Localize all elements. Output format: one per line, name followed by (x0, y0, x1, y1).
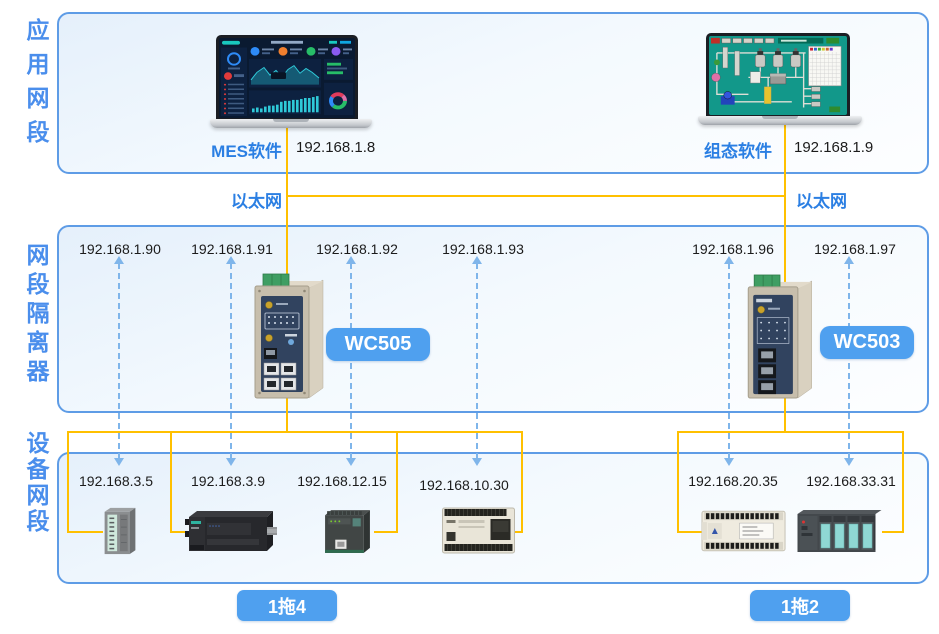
mes-laptop-image (210, 33, 372, 129)
mapping-arrow (114, 256, 124, 466)
wc505-tag-button[interactable]: WC505 (326, 328, 430, 361)
device-ip-4: 192.168.10.30 (409, 477, 519, 493)
wc505-ip-3: 192.168.1.92 (302, 241, 412, 257)
wc505-gateway-image (245, 272, 331, 404)
plc-compact-small-image (321, 507, 374, 554)
drop-line (521, 431, 523, 533)
group1-tag-button[interactable]: 1拖4 (237, 590, 337, 621)
plc-module-image (100, 506, 140, 556)
wc505-ip-2: 192.168.1.91 (177, 241, 287, 257)
scada-label: 组态软件 (672, 137, 772, 162)
wc503-tag-button[interactable]: WC503 (820, 326, 914, 359)
mes-ip: 192.168.1.8 (296, 139, 375, 156)
scada-screen (709, 36, 847, 115)
plc-compact-long-image (185, 507, 277, 557)
device-ip-1: 192.168.3.5 (61, 473, 171, 489)
section-label-application: 应用网段 (23, 18, 53, 154)
ethernet-label-left: 以太网 (216, 187, 282, 212)
plc-rack-image (793, 506, 884, 554)
ethernet-backbone-line (286, 195, 786, 197)
network-topology-diagram: 应用网段 网段隔离器 设备网段 (0, 0, 939, 634)
wc505-ip-1: 192.168.1.90 (65, 241, 175, 257)
device-bus-line-group1 (67, 431, 523, 433)
mapping-arrow (844, 256, 854, 466)
section-label-device: 设备网段 (23, 431, 53, 535)
device-ip-5: 192.168.20.35 (678, 473, 788, 489)
mapping-arrow (724, 256, 734, 466)
device-ip-6: 192.168.33.31 (796, 473, 906, 489)
mapping-arrow (226, 256, 236, 466)
mes-label: MES软件 (182, 137, 282, 162)
device-ip-2: 192.168.3.9 (173, 473, 283, 489)
drop-connector (882, 531, 904, 533)
wc503-ip-2: 192.168.1.97 (800, 241, 910, 257)
wc503-gateway-image (740, 273, 820, 404)
device-ip-3: 192.168.12.15 (287, 473, 397, 489)
ethernet-label-right: 以太网 (796, 187, 847, 212)
drop-connector (374, 531, 398, 533)
mapping-arrow (472, 256, 482, 466)
device-bus-line-group2 (677, 431, 904, 433)
wc503-ip-1: 192.168.1.96 (678, 241, 788, 257)
drop-connector (67, 531, 103, 533)
group2-tag-button[interactable]: 1拖2 (750, 590, 850, 621)
mes-dashboard-screen (219, 38, 355, 118)
mapping-arrow (346, 256, 356, 466)
plc-fx-image (440, 504, 519, 557)
scada-ip: 192.168.1.9 (794, 139, 873, 156)
plc-delta-image (700, 507, 789, 555)
wc505-ip-4: 192.168.1.93 (428, 241, 538, 257)
section-label-isolator: 网段隔离器 (23, 243, 53, 388)
scada-laptop-image (698, 31, 862, 127)
